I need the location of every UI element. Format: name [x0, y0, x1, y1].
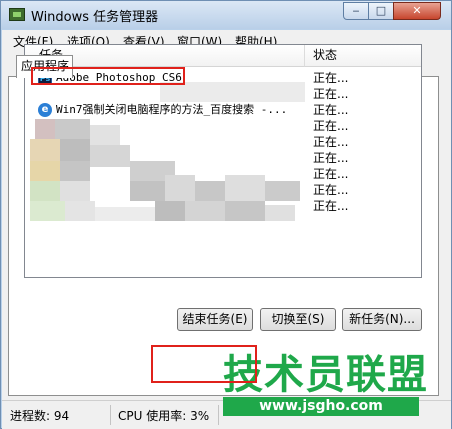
close-button[interactable]: ✕	[393, 2, 441, 20]
task-status: 正在...	[313, 199, 349, 213]
pixelated-blur	[30, 139, 60, 161]
status-divider	[218, 405, 219, 425]
maximize-button[interactable]: □	[368, 2, 394, 20]
pixelated-blur	[65, 201, 95, 221]
status-divider	[110, 405, 111, 425]
ie-icon: e	[38, 103, 52, 117]
task-status: 正在...	[313, 183, 349, 197]
pixelated-blur	[130, 181, 165, 201]
task-name: Win7强制关闭电脑程序的方法_百度搜索 -...	[56, 103, 288, 116]
pixelated-blur	[60, 161, 90, 181]
process-count: 进程数: 94	[10, 409, 70, 423]
window-title: Windows 任务管理器	[31, 10, 159, 25]
pixelated-blur	[265, 205, 295, 221]
pixelated-blur	[60, 181, 90, 201]
pixelated-blur	[95, 207, 155, 221]
red-highlight-box	[151, 345, 257, 383]
pixelated-blur	[160, 82, 305, 102]
task-status: 正在...	[313, 167, 349, 181]
status-bar: 进程数: 94 CPU 使用率: 3%	[2, 400, 451, 429]
pixelated-blur	[225, 175, 265, 201]
pixelated-blur	[195, 181, 225, 201]
pixelated-blur	[30, 201, 65, 221]
task-status: 正在...	[313, 151, 349, 165]
column-header-status[interactable]: 状态	[305, 45, 421, 67]
end-task-button[interactable]: 结束任务(E)	[177, 308, 253, 331]
pixelated-blur	[225, 201, 265, 221]
task-manager-window: Windows 任务管理器 ‒ □ ✕ 文件(F) 选项(O) 查看(V) 窗口…	[0, 0, 452, 429]
task-status: 正在...	[313, 87, 349, 101]
pixelated-blur	[55, 119, 90, 139]
pixelated-blur	[30, 181, 60, 201]
new-task-button[interactable]: 新任务(N)...	[342, 308, 422, 331]
switch-to-button[interactable]: 切换至(S)	[260, 308, 336, 331]
task-manager-icon	[9, 8, 25, 21]
title-bar[interactable]: Windows 任务管理器 ‒ □ ✕	[1, 1, 451, 29]
pixelated-blur	[185, 201, 225, 221]
pixelated-blur	[35, 119, 55, 139]
task-status: 正在...	[313, 135, 349, 149]
task-row[interactable]: e Win7强制关闭电脑程序的方法_百度搜索 -... 正在...	[25, 102, 421, 118]
pixelated-blur	[90, 125, 120, 145]
task-status: 正在...	[313, 103, 349, 117]
task-status: 正在...	[313, 71, 349, 85]
pixelated-blur	[30, 161, 60, 181]
pixelated-blur	[165, 175, 195, 201]
pixelated-blur	[265, 181, 300, 201]
minimize-button[interactable]: ‒	[343, 2, 369, 20]
pixelated-blur	[60, 139, 90, 161]
red-highlight-box	[31, 67, 185, 85]
pixelated-blur	[90, 145, 130, 167]
cpu-usage: CPU 使用率: 3%	[118, 409, 210, 423]
task-list[interactable]: 任务 状态 Ps Adobe Photoshop CS6 正在... 正在...…	[24, 44, 422, 278]
task-status: 正在...	[313, 119, 349, 133]
pixelated-blur	[155, 201, 185, 221]
